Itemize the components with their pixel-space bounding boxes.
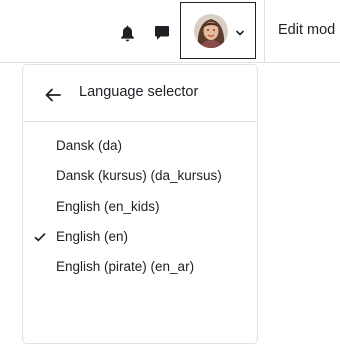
checkmark-icon (34, 232, 46, 242)
language-option-label: English (en_kids) (56, 199, 160, 214)
notifications-button[interactable] (117, 22, 137, 44)
menu-divider (23, 121, 257, 122)
language-option-label: English (en) (56, 229, 129, 244)
language-selector-menu: Language selector Dansk (da) Dansk (kurs… (22, 64, 258, 344)
language-option-label: English (pirate) (en_ar) (56, 259, 195, 274)
language-option-da-kursus[interactable]: Dansk (kursus) (da_kursus) (23, 162, 257, 190)
chevron-down-icon (235, 30, 245, 36)
language-selector-title: Language selector (79, 84, 199, 100)
language-selector-header[interactable]: Language selector (23, 65, 257, 121)
language-option-en-ar[interactable]: English (pirate) (en_ar) (23, 253, 257, 281)
language-option-en-kids[interactable]: English (en_kids) (23, 193, 257, 221)
language-option-en[interactable]: English (en) (23, 223, 257, 251)
arrow-left-icon[interactable] (44, 87, 62, 103)
top-navbar: Edit mod (0, 0, 340, 63)
messages-button[interactable] (152, 22, 172, 44)
user-menu-toggle[interactable] (180, 2, 256, 59)
avatar (194, 14, 228, 48)
navbar-divider (264, 0, 265, 62)
language-option-da[interactable]: Dansk (da) (23, 132, 257, 160)
chat-bubble-icon (155, 26, 169, 40)
edit-mode-toggle[interactable]: Edit mod (278, 22, 335, 38)
language-option-label: Dansk (kursus) (da_kursus) (56, 168, 222, 183)
bell-icon (120, 25, 134, 41)
language-option-label: Dansk (da) (56, 138, 123, 153)
